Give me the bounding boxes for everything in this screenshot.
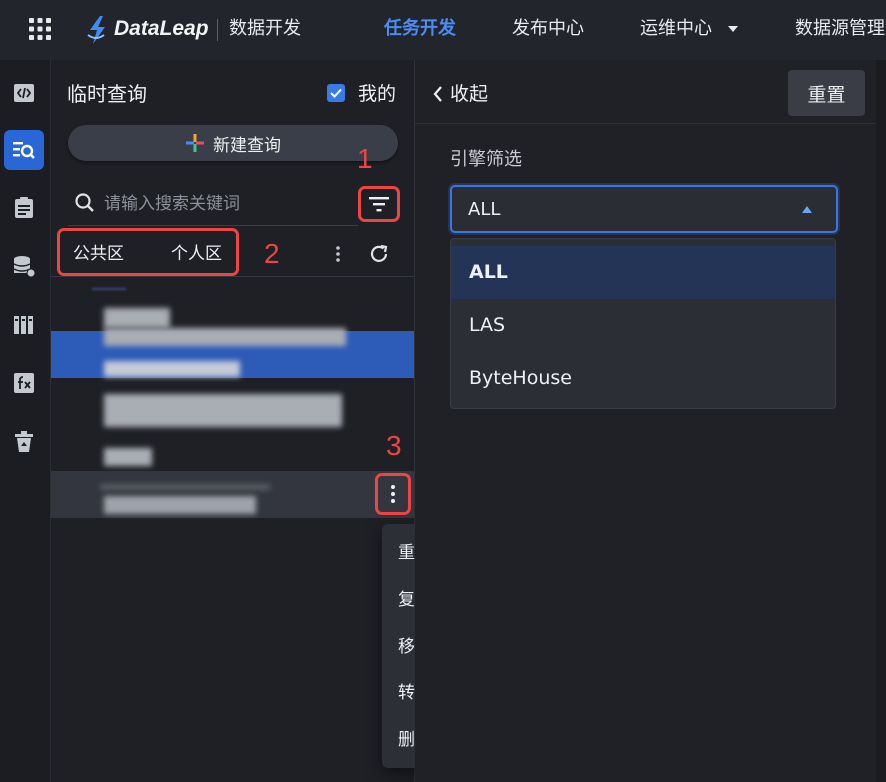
more-vertical-icon[interactable] xyxy=(330,242,346,266)
mine-label[interactable]: 我的 xyxy=(358,80,396,108)
rail-item-database[interactable] xyxy=(4,246,44,286)
right-scrollbar[interactable] xyxy=(876,60,886,782)
list-item-text xyxy=(104,496,256,514)
annotation-box-1 xyxy=(358,186,400,222)
collapse-button[interactable]: 收起 xyxy=(432,80,488,108)
rail-item-recycle-bin[interactable] xyxy=(4,422,44,462)
engine-option-bytehouse[interactable]: ByteHouse xyxy=(451,352,835,405)
tab-public-area[interactable]: 公共区 xyxy=(73,242,124,266)
engine-option-las[interactable]: LAS xyxy=(451,299,835,352)
nav-publish-center[interactable]: 发布中心 xyxy=(512,16,584,42)
new-query-button[interactable]: 新建查询 xyxy=(68,125,398,161)
check-icon xyxy=(330,88,342,98)
drawer-header-divider xyxy=(415,123,886,124)
tabs-divider xyxy=(51,276,414,277)
apps-grid-icon[interactable] xyxy=(28,17,52,41)
chevron-left-icon xyxy=(433,86,442,102)
active-tab-indicator xyxy=(92,288,126,290)
engine-options-dropdown: ALL LAS ByteHouse xyxy=(450,238,836,409)
list-item-text xyxy=(104,361,240,377)
collapse-label: 收起 xyxy=(450,83,489,105)
new-query-label: 新建查询 xyxy=(213,135,281,156)
rail-item-query[interactable] xyxy=(4,130,44,170)
dataleap-logo-icon xyxy=(87,16,105,44)
rail-item-code[interactable] xyxy=(4,73,44,113)
recycle-bin-icon xyxy=(15,431,33,452)
nav-task-development[interactable]: 任务开发 xyxy=(384,16,456,42)
tab-personal-area[interactable]: 个人区 xyxy=(171,242,222,266)
mine-checkbox[interactable] xyxy=(327,84,345,102)
engine-select-value: ALL xyxy=(468,199,501,220)
list-item-text xyxy=(100,484,270,490)
search-underline xyxy=(68,225,358,226)
brand-divider xyxy=(217,19,218,41)
annotation-number-1: 1 xyxy=(357,143,373,174)
database-icon xyxy=(13,256,36,278)
code-icon xyxy=(14,84,34,102)
annotation-box-3 xyxy=(375,473,411,515)
chevron-up-icon xyxy=(802,206,812,213)
library-icon xyxy=(14,316,33,334)
function-icon xyxy=(14,373,34,393)
rail-item-tasks[interactable] xyxy=(4,188,44,228)
task-list-icon xyxy=(15,197,33,218)
nav-ops-center[interactable]: 运维中心 xyxy=(640,16,712,42)
chevron-down-icon[interactable] xyxy=(728,26,738,32)
engine-select[interactable]: ALL xyxy=(450,185,838,233)
search-icon xyxy=(75,193,94,212)
panel-title: 临时查询 xyxy=(67,82,147,106)
search-input[interactable] xyxy=(100,188,358,220)
query-icon xyxy=(13,142,35,159)
engine-option-all[interactable]: ALL xyxy=(451,246,835,299)
list-item[interactable] xyxy=(104,394,342,427)
annotation-number-3: 3 xyxy=(386,430,402,461)
nav-datasource-management[interactable]: 数据源管理 xyxy=(795,16,885,42)
list-item[interactable] xyxy=(104,308,170,328)
refresh-icon[interactable] xyxy=(368,243,390,265)
product-name: 数据开发 xyxy=(229,18,301,39)
engine-filter-label: 引擎筛选 xyxy=(450,149,522,170)
annotation-number-2: 2 xyxy=(264,238,280,269)
list-item[interactable] xyxy=(104,448,152,466)
rail-item-function[interactable] xyxy=(4,363,44,403)
reset-button[interactable]: 重置 xyxy=(788,70,865,116)
brand-name: DataLeap xyxy=(114,17,209,40)
plus-icon xyxy=(186,134,204,152)
rail-item-library[interactable] xyxy=(4,305,44,345)
list-item-text xyxy=(104,328,346,346)
